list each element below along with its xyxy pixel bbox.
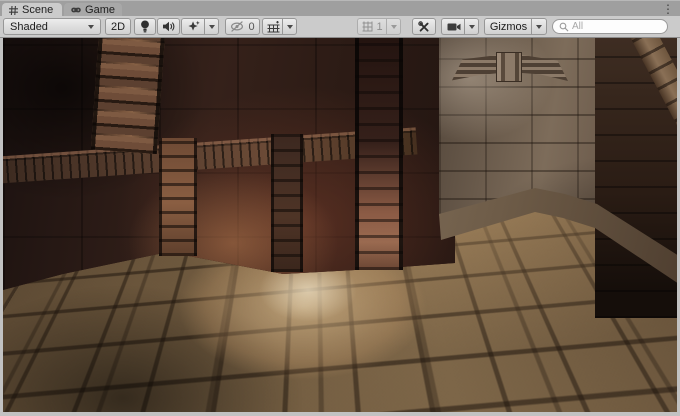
scene-toolbar: Shaded 2D [0, 16, 680, 38]
camera-icon [447, 22, 461, 32]
light-bulb-icon [140, 20, 150, 33]
scene-audio-toggle[interactable] [157, 18, 180, 35]
grid-visibility-button[interactable] [262, 18, 283, 35]
eye-hidden-icon [230, 21, 245, 32]
grid-icon [267, 21, 280, 33]
grid-hash-icon [9, 6, 18, 15]
niche-outer-ring [446, 65, 572, 221]
tab-game[interactable]: Game [64, 3, 122, 17]
chevron-down-icon [209, 25, 215, 29]
tab-scene-label: Scene [22, 4, 53, 16]
2d-label: 2D [111, 21, 125, 33]
gamepad-icon [71, 6, 81, 14]
shading-mode-label: Shaded [10, 21, 48, 33]
wall-pilaster-mid [271, 134, 303, 272]
grid-dropdown-caret[interactable] [282, 18, 297, 35]
chevron-down-icon [88, 25, 94, 29]
gizmos-dropdown[interactable]: Gizmos [484, 18, 532, 35]
tab-bar: Scene Game ⋮ [0, 0, 680, 16]
editor-tools-button[interactable] [412, 18, 436, 35]
search-input[interactable] [572, 21, 661, 32]
grid-icon [362, 21, 373, 32]
grid-snap-caret[interactable] [386, 18, 401, 35]
tab-overflow-menu[interactable]: ⋮ [662, 2, 674, 16]
magnifier-icon [559, 22, 569, 32]
camera-dropdown-caret[interactable] [464, 18, 479, 35]
scene-lighting-toggle[interactable] [134, 18, 156, 35]
wall-pilaster-left [159, 138, 197, 256]
effects-dropdown-caret[interactable] [204, 18, 219, 35]
chevron-down-icon [287, 25, 293, 29]
scene-viewport[interactable]: y x z [3, 38, 677, 412]
chevron-down-icon [469, 25, 475, 29]
gizmos-label: Gizmos [490, 21, 527, 33]
hidden-objects-button[interactable]: 0 [225, 18, 260, 35]
grid-snap-button[interactable]: 1 [357, 18, 387, 35]
corner-pillar [355, 38, 403, 270]
wall-ornate-column [91, 38, 165, 154]
scene-camera-button[interactable] [441, 18, 465, 35]
scene-search-field[interactable] [552, 19, 668, 34]
crossed-tools-icon [418, 21, 430, 33]
effects-sparkle-icon [187, 20, 200, 33]
audio-speaker-icon [162, 21, 175, 32]
gizmos-dropdown-caret[interactable] [531, 18, 547, 35]
scene-effects-toggle[interactable] [181, 18, 205, 35]
tab-scene[interactable]: Scene [2, 3, 62, 17]
scene-view-window: Scene Game ⋮ Shaded 2D [0, 0, 680, 416]
wall-niche[interactable] [440, 52, 580, 224]
chevron-down-icon [391, 25, 397, 29]
shading-mode-dropdown[interactable]: Shaded [3, 18, 101, 35]
hidden-objects-count: 0 [248, 21, 254, 33]
tab-game-label: Game [85, 4, 115, 16]
2d-toggle-button[interactable]: 2D [105, 18, 131, 35]
grid-snap-value: 1 [376, 21, 382, 33]
chevron-down-icon [536, 25, 542, 29]
